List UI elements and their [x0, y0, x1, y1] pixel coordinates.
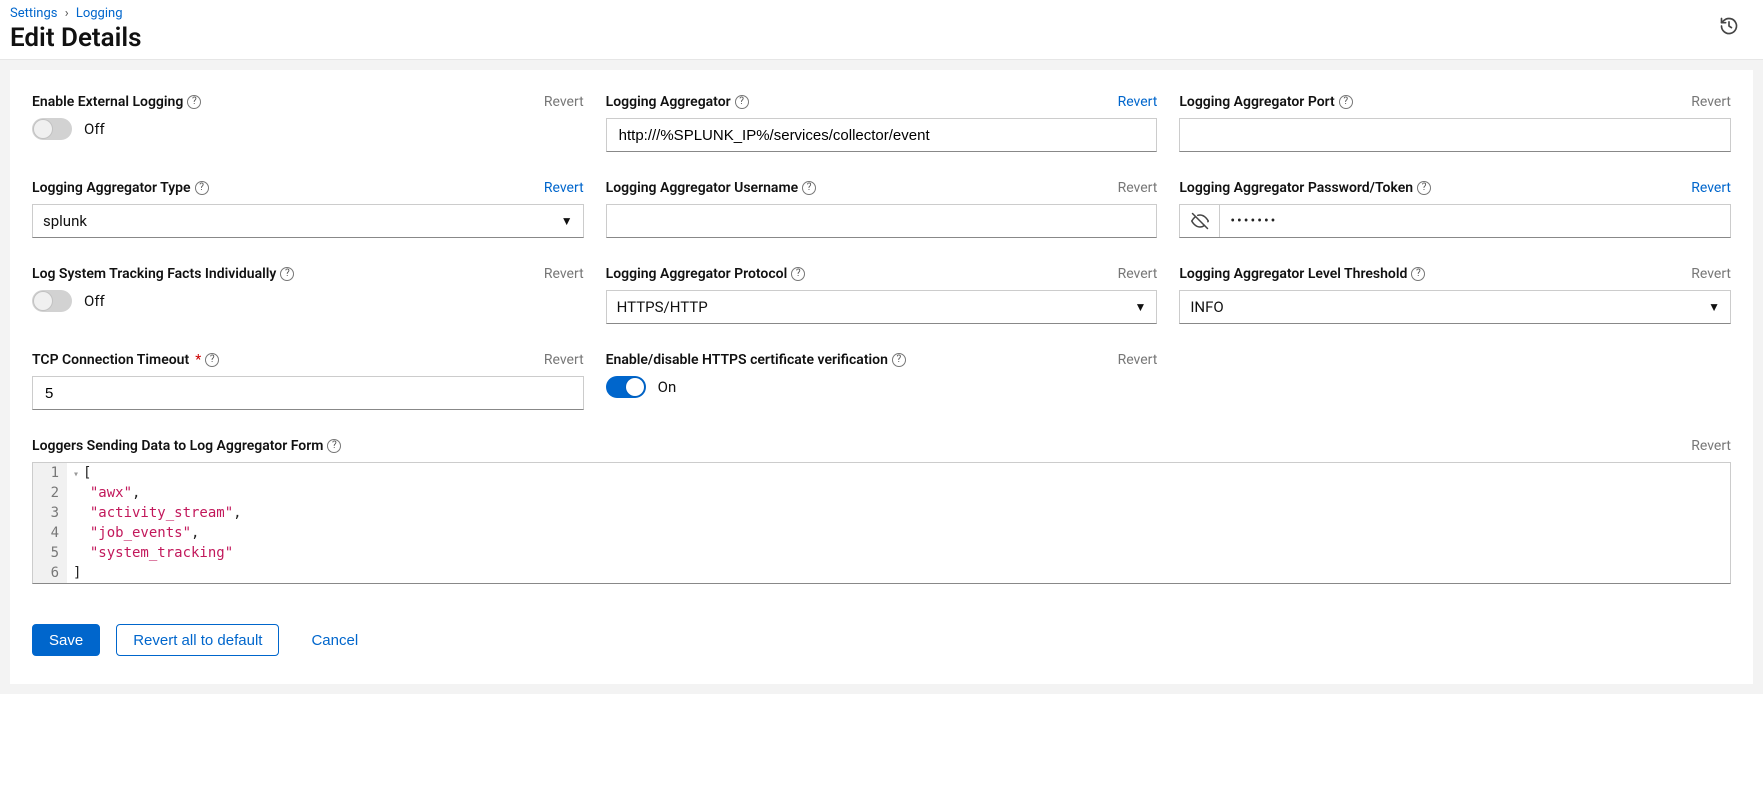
select-logging-aggregator-protocol[interactable]: HTTPS/HTTP ▼: [606, 290, 1158, 324]
save-button[interactable]: Save: [32, 624, 100, 656]
revert-log-system-tracking[interactable]: Revert: [544, 266, 584, 282]
code-editor-loggers[interactable]: 1▾[2 "awx",3 "activity_stream",4 "job_ev…: [32, 462, 1731, 584]
help-icon[interactable]: ?: [1411, 267, 1425, 281]
help-icon[interactable]: ?: [187, 95, 201, 109]
chevron-down-icon: ▼: [561, 214, 573, 228]
help-icon[interactable]: ?: [892, 353, 906, 367]
revert-logging-aggregator-port[interactable]: Revert: [1691, 94, 1731, 110]
help-icon[interactable]: ?: [280, 267, 294, 281]
label-logging-aggregator: Logging Aggregator ?: [606, 94, 749, 110]
field-logging-aggregator-port: Logging Aggregator Port ? Revert: [1179, 94, 1731, 152]
toggle-enable-external-logging[interactable]: [32, 118, 72, 140]
field-log-system-tracking: Log System Tracking Facts Individually ?…: [32, 266, 584, 312]
toggle-https-cert-verification[interactable]: [606, 376, 646, 398]
revert-logging-aggregator[interactable]: Revert: [1118, 94, 1158, 110]
label-enable-external-logging: Enable External Logging ?: [32, 94, 201, 110]
help-icon[interactable]: ?: [1339, 95, 1353, 109]
field-https-cert-verification: Enable/disable HTTPS certificate verific…: [606, 352, 1158, 398]
field-logging-aggregator-username: Logging Aggregator Username ? Revert: [606, 180, 1158, 238]
help-icon[interactable]: ?: [802, 181, 816, 195]
revert-enable-external-logging[interactable]: Revert: [544, 94, 584, 110]
label-logging-aggregator-port: Logging Aggregator Port ?: [1179, 94, 1352, 110]
field-logging-aggregator-level: Logging Aggregator Level Threshold ? Rev…: [1179, 266, 1731, 324]
label-logging-aggregator-username: Logging Aggregator Username ?: [606, 180, 817, 196]
code-gutter: 5: [33, 543, 67, 563]
field-enable-external-logging: Enable External Logging ? Revert Off: [32, 94, 584, 140]
code-gutter: 6: [33, 563, 67, 583]
revert-https-cert-verification[interactable]: Revert: [1118, 352, 1158, 368]
label-https-cert-verification: Enable/disable HTTPS certificate verific…: [606, 352, 906, 368]
revert-logging-aggregator-protocol[interactable]: Revert: [1118, 266, 1158, 282]
help-icon[interactable]: ?: [327, 439, 341, 453]
breadcrumb-logging[interactable]: Logging: [76, 6, 123, 21]
toggle-state-https-cert: On: [658, 378, 677, 396]
revert-logging-aggregator-password[interactable]: Revert: [1691, 180, 1731, 196]
label-logging-aggregator-password: Logging Aggregator Password/Token ?: [1179, 180, 1431, 196]
revert-logging-aggregator-type[interactable]: Revert: [544, 180, 584, 196]
code-line: 6]: [33, 563, 1730, 583]
revert-logging-aggregator-level[interactable]: Revert: [1691, 266, 1731, 282]
code-line: 1▾[: [33, 463, 1730, 483]
revert-tcp-connection-timeout[interactable]: Revert: [544, 352, 584, 368]
code-content[interactable]: "activity_stream",: [67, 503, 248, 523]
select-logging-aggregator-level[interactable]: INFO ▼: [1179, 290, 1731, 324]
toggle-state-system-tracking: Off: [84, 292, 105, 310]
label-logging-aggregator-type: Logging Aggregator Type ?: [32, 180, 209, 196]
label-logging-aggregator-protocol: Logging Aggregator Protocol ?: [606, 266, 806, 282]
fold-icon[interactable]: ▾: [73, 469, 79, 480]
field-logging-aggregator-type: Logging Aggregator Type ? Revert splunk …: [32, 180, 584, 238]
code-content[interactable]: "job_events",: [67, 523, 205, 543]
code-gutter: 2: [33, 483, 67, 503]
chevron-right-icon: ›: [65, 6, 69, 21]
eye-off-icon[interactable]: [1180, 205, 1220, 237]
page-title: Edit Details: [10, 23, 142, 53]
field-logging-aggregator-password: Logging Aggregator Password/Token ? Reve…: [1179, 180, 1731, 238]
chevron-down-icon: ▼: [1708, 300, 1720, 314]
input-logging-aggregator-port[interactable]: [1179, 118, 1731, 152]
code-line: 5 "system_tracking": [33, 543, 1730, 563]
label-tcp-connection-timeout: TCP Connection Timeout * ?: [32, 352, 219, 368]
code-line: 2 "awx",: [33, 483, 1730, 503]
toggle-log-system-tracking[interactable]: [32, 290, 72, 312]
code-gutter: 3: [33, 503, 67, 523]
input-logging-aggregator-username[interactable]: [606, 204, 1158, 238]
label-logging-aggregator-level: Logging Aggregator Level Threshold ?: [1179, 266, 1425, 282]
code-line: 3 "activity_stream",: [33, 503, 1730, 523]
code-content[interactable]: "system_tracking": [67, 543, 239, 563]
toggle-state-external-logging: Off: [84, 120, 105, 138]
revert-logging-aggregator-username[interactable]: Revert: [1118, 180, 1158, 196]
revert-all-button[interactable]: Revert all to default: [116, 624, 279, 656]
cancel-button[interactable]: Cancel: [295, 624, 374, 656]
revert-loggers-sending-data[interactable]: Revert: [1691, 438, 1731, 454]
input-logging-aggregator[interactable]: [606, 118, 1158, 152]
code-content[interactable]: ]: [67, 563, 87, 583]
help-icon[interactable]: ?: [195, 181, 209, 195]
code-gutter: 4: [33, 523, 67, 543]
help-icon[interactable]: ?: [1417, 181, 1431, 195]
chevron-down-icon: ▼: [1134, 300, 1146, 314]
field-loggers-sending-data: Loggers Sending Data to Log Aggregator F…: [32, 438, 1731, 584]
code-gutter: 1: [33, 463, 67, 483]
history-icon[interactable]: [1719, 16, 1739, 40]
field-logging-aggregator-protocol: Logging Aggregator Protocol ? Revert HTT…: [606, 266, 1158, 324]
help-icon[interactable]: ?: [735, 95, 749, 109]
label-loggers-sending-data: Loggers Sending Data to Log Aggregator F…: [32, 438, 341, 454]
breadcrumb: Settings › Logging: [10, 6, 142, 21]
label-log-system-tracking: Log System Tracking Facts Individually ?: [32, 266, 294, 282]
field-tcp-connection-timeout: TCP Connection Timeout * ? Revert: [32, 352, 584, 410]
select-logging-aggregator-type[interactable]: splunk ▼: [32, 204, 584, 238]
code-line: 4 "job_events",: [33, 523, 1730, 543]
breadcrumb-settings[interactable]: Settings: [10, 6, 57, 21]
help-icon[interactable]: ?: [205, 353, 219, 367]
code-content[interactable]: ▾[: [67, 463, 97, 483]
input-tcp-connection-timeout[interactable]: [32, 376, 584, 410]
code-content[interactable]: "awx",: [67, 483, 146, 503]
help-icon[interactable]: ?: [791, 267, 805, 281]
password-value[interactable]: •••••••: [1220, 205, 1730, 237]
field-logging-aggregator: Logging Aggregator ? Revert: [606, 94, 1158, 152]
